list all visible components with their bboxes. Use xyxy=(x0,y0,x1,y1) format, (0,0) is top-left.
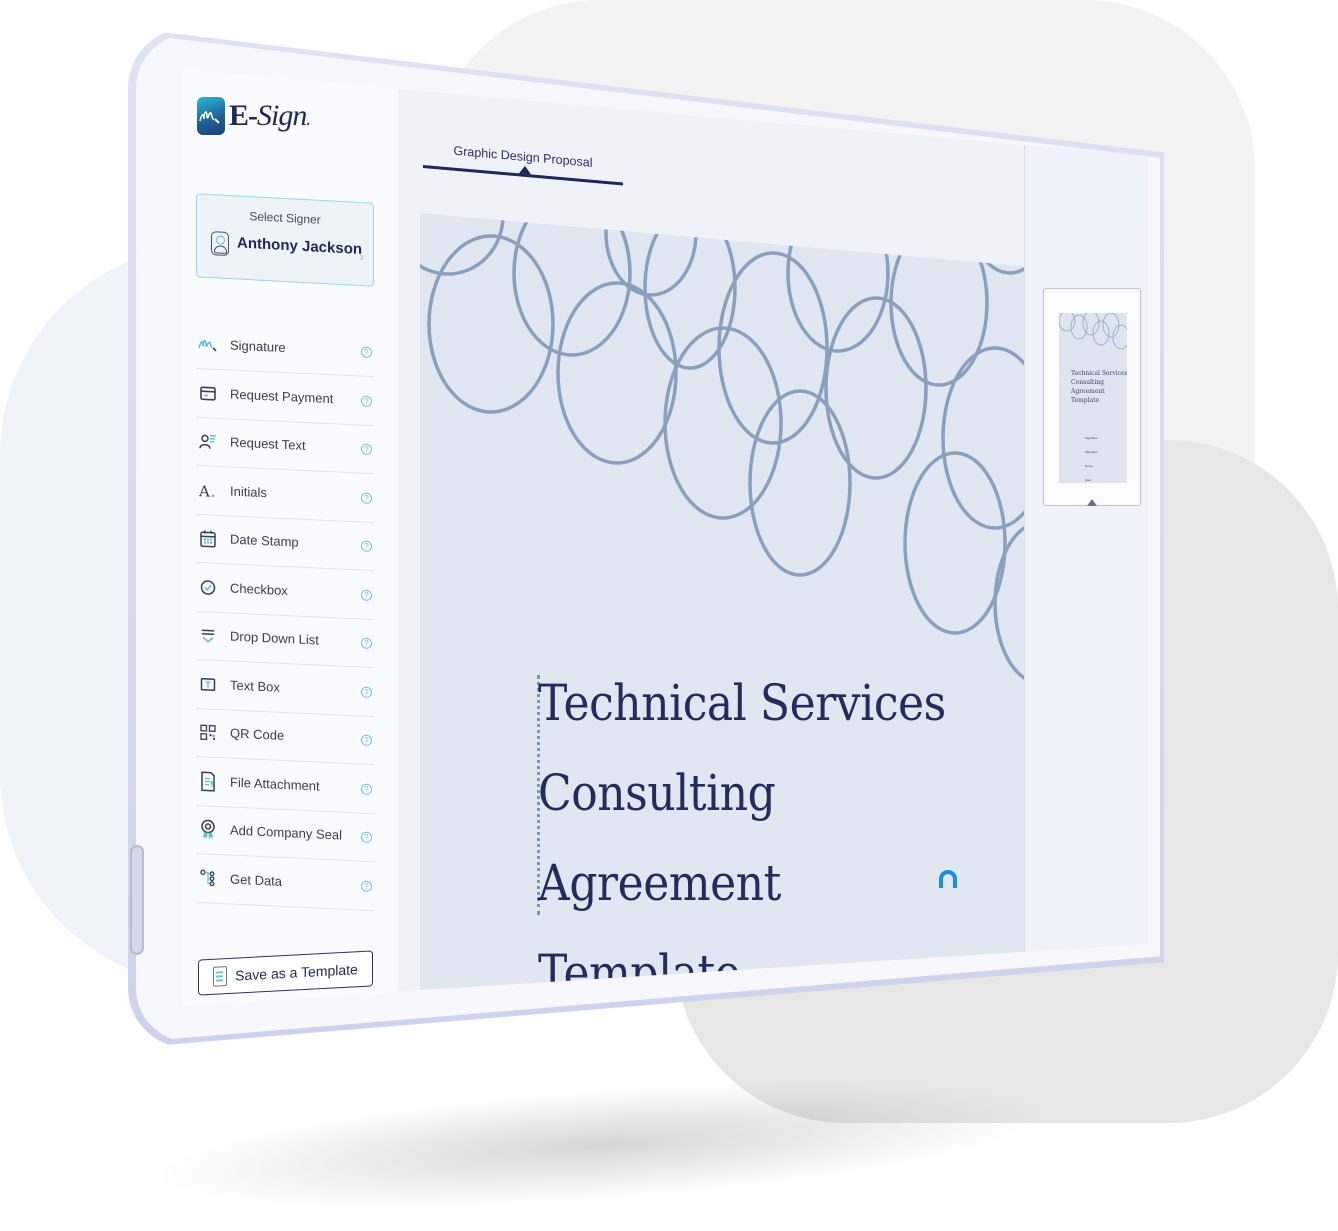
ring xyxy=(941,346,1025,530)
thumbnail-page: Technical Services Consulting Agreement … xyxy=(1059,313,1127,483)
credit-card-icon xyxy=(198,382,218,403)
logo-icon xyxy=(197,97,225,135)
select-signer-label: Select Signer xyxy=(249,209,321,227)
tool-label: Text Box xyxy=(230,677,280,695)
user-text-icon xyxy=(198,431,218,452)
tool-label: Request Text xyxy=(230,434,306,454)
chevron-right-icon: › xyxy=(359,248,364,265)
sidebar: E-Sign. Select Signer Anthony Jackson › … xyxy=(182,69,398,1006)
app-screen: E-Sign. Select Signer Anthony Jackson › … xyxy=(182,69,1148,1006)
help-icon[interactable]: ? xyxy=(361,540,372,552)
thumbnail-selected-indicator xyxy=(1087,499,1097,506)
tool-checkbox[interactable]: Checkbox ? xyxy=(196,562,374,620)
device-shadow xyxy=(147,1058,1053,1231)
tool-date-stamp[interactable]: Date Stamp ? xyxy=(196,514,374,571)
help-icon[interactable]: ? xyxy=(361,637,372,649)
tool-request-text[interactable]: Request Text ? xyxy=(196,417,374,474)
user-icon xyxy=(211,231,229,257)
tool-label: Date Stamp xyxy=(230,531,299,550)
tablet-side-button xyxy=(130,845,144,955)
help-icon[interactable]: ? xyxy=(361,491,372,504)
help-icon[interactable]: ? xyxy=(361,831,372,843)
page-thumbnail[interactable]: Technical Services Consulting Agreement … xyxy=(1043,288,1141,506)
thumbnail-rings xyxy=(1059,313,1127,350)
tool-drop-down-list[interactable]: Drop Down List ? xyxy=(196,611,374,668)
tool-file-attachment[interactable]: File Attachment ? xyxy=(196,756,374,814)
tool-label: File Attachment xyxy=(230,774,320,794)
help-icon[interactable]: ? xyxy=(361,879,372,892)
tool-get-data[interactable]: Get Data ? xyxy=(196,853,374,911)
tab-graphic-design-proposal[interactable]: Graphic Design Proposal xyxy=(423,141,623,186)
tool-label: Get Data xyxy=(230,871,283,889)
tool-qr-code[interactable]: QR Code ? xyxy=(196,708,374,765)
tool-text-box[interactable]: Text Box ? xyxy=(196,659,374,717)
logo: E-Sign. xyxy=(197,97,310,135)
thumbnail-field: Date xyxy=(1085,478,1092,482)
save-as-template-button[interactable]: Save as a Template xyxy=(198,950,373,996)
text-box-icon xyxy=(198,673,218,694)
help-icon[interactable]: ? xyxy=(361,588,372,601)
help-icon[interactable]: ? xyxy=(361,685,372,698)
initials-icon: A xyxy=(198,479,218,500)
signer-name: Anthony Jackson xyxy=(237,234,363,259)
ring xyxy=(993,521,1025,685)
svg-text:A: A xyxy=(199,481,210,498)
signature-icon xyxy=(198,334,218,355)
thumbnail-field: Name xyxy=(1085,464,1094,468)
ring xyxy=(717,251,829,445)
tools-list: Signature ? Request Payment ? Request Te… xyxy=(196,320,374,911)
thumbnail-title: Technical Services Consulting Agreement … xyxy=(1071,370,1127,404)
tool-initials[interactable]: A Initials ? xyxy=(196,465,374,523)
file-attachment-icon xyxy=(198,770,218,791)
help-icon[interactable]: ? xyxy=(361,394,372,407)
ring xyxy=(427,234,555,414)
help-icon[interactable]: ? xyxy=(361,782,372,795)
tool-signature[interactable]: Signature ? xyxy=(196,320,374,377)
ring xyxy=(556,281,678,465)
brand-name: E-Sign. xyxy=(229,99,310,132)
decorative-rings xyxy=(420,213,1025,685)
seal-icon xyxy=(198,819,218,840)
document-page: Technical Services Consulting Agreement … xyxy=(420,213,1025,1006)
tool-label: Add Company Seal xyxy=(230,822,343,843)
thumbnail-field: Signature xyxy=(1085,436,1098,440)
document-title-line: Technical Services xyxy=(538,674,946,732)
tool-request-payment[interactable]: Request Payment ? xyxy=(196,368,374,426)
page-thumbnails-panel: Technical Services Consulting Agreement … xyxy=(1024,69,1148,1006)
select-signer-button[interactable]: Select Signer Anthony Jackson › xyxy=(196,193,374,287)
document-icon xyxy=(213,966,228,987)
tool-label: Request Payment xyxy=(230,386,334,406)
help-icon[interactable]: ? xyxy=(361,443,372,455)
data-icon xyxy=(198,867,218,888)
thumbnail-fields: Signature Signature Name Date xyxy=(1085,431,1098,483)
ring xyxy=(903,451,1007,635)
save-as-template-label: Save as a Template xyxy=(235,961,358,984)
thumbnail-field: Signature xyxy=(1085,450,1098,454)
tool-add-company-seal[interactable]: Add Company Seal ? xyxy=(196,805,374,862)
checkbox-icon xyxy=(198,576,218,597)
tool-label: Drop Down List xyxy=(230,628,319,648)
calendar-icon xyxy=(198,528,218,549)
document-title-line: Consulting Agreement xyxy=(538,764,781,912)
dropdown-icon xyxy=(198,625,218,646)
tool-label: Checkbox xyxy=(230,580,288,598)
ring xyxy=(420,213,505,276)
help-icon[interactable]: ? xyxy=(361,734,372,746)
ring xyxy=(748,389,852,577)
ring xyxy=(889,219,989,387)
document-workspace: Graphic Design Proposal Technical Servic… xyxy=(398,69,1148,1006)
tool-label: QR Code xyxy=(230,725,285,744)
help-widget-icon[interactable] xyxy=(939,870,957,888)
tool-label: Signature xyxy=(230,337,286,356)
tool-label: Initials xyxy=(230,483,267,500)
help-icon[interactable]: ? xyxy=(361,346,372,358)
qr-code-icon xyxy=(198,722,218,743)
ring xyxy=(968,213,1025,275)
